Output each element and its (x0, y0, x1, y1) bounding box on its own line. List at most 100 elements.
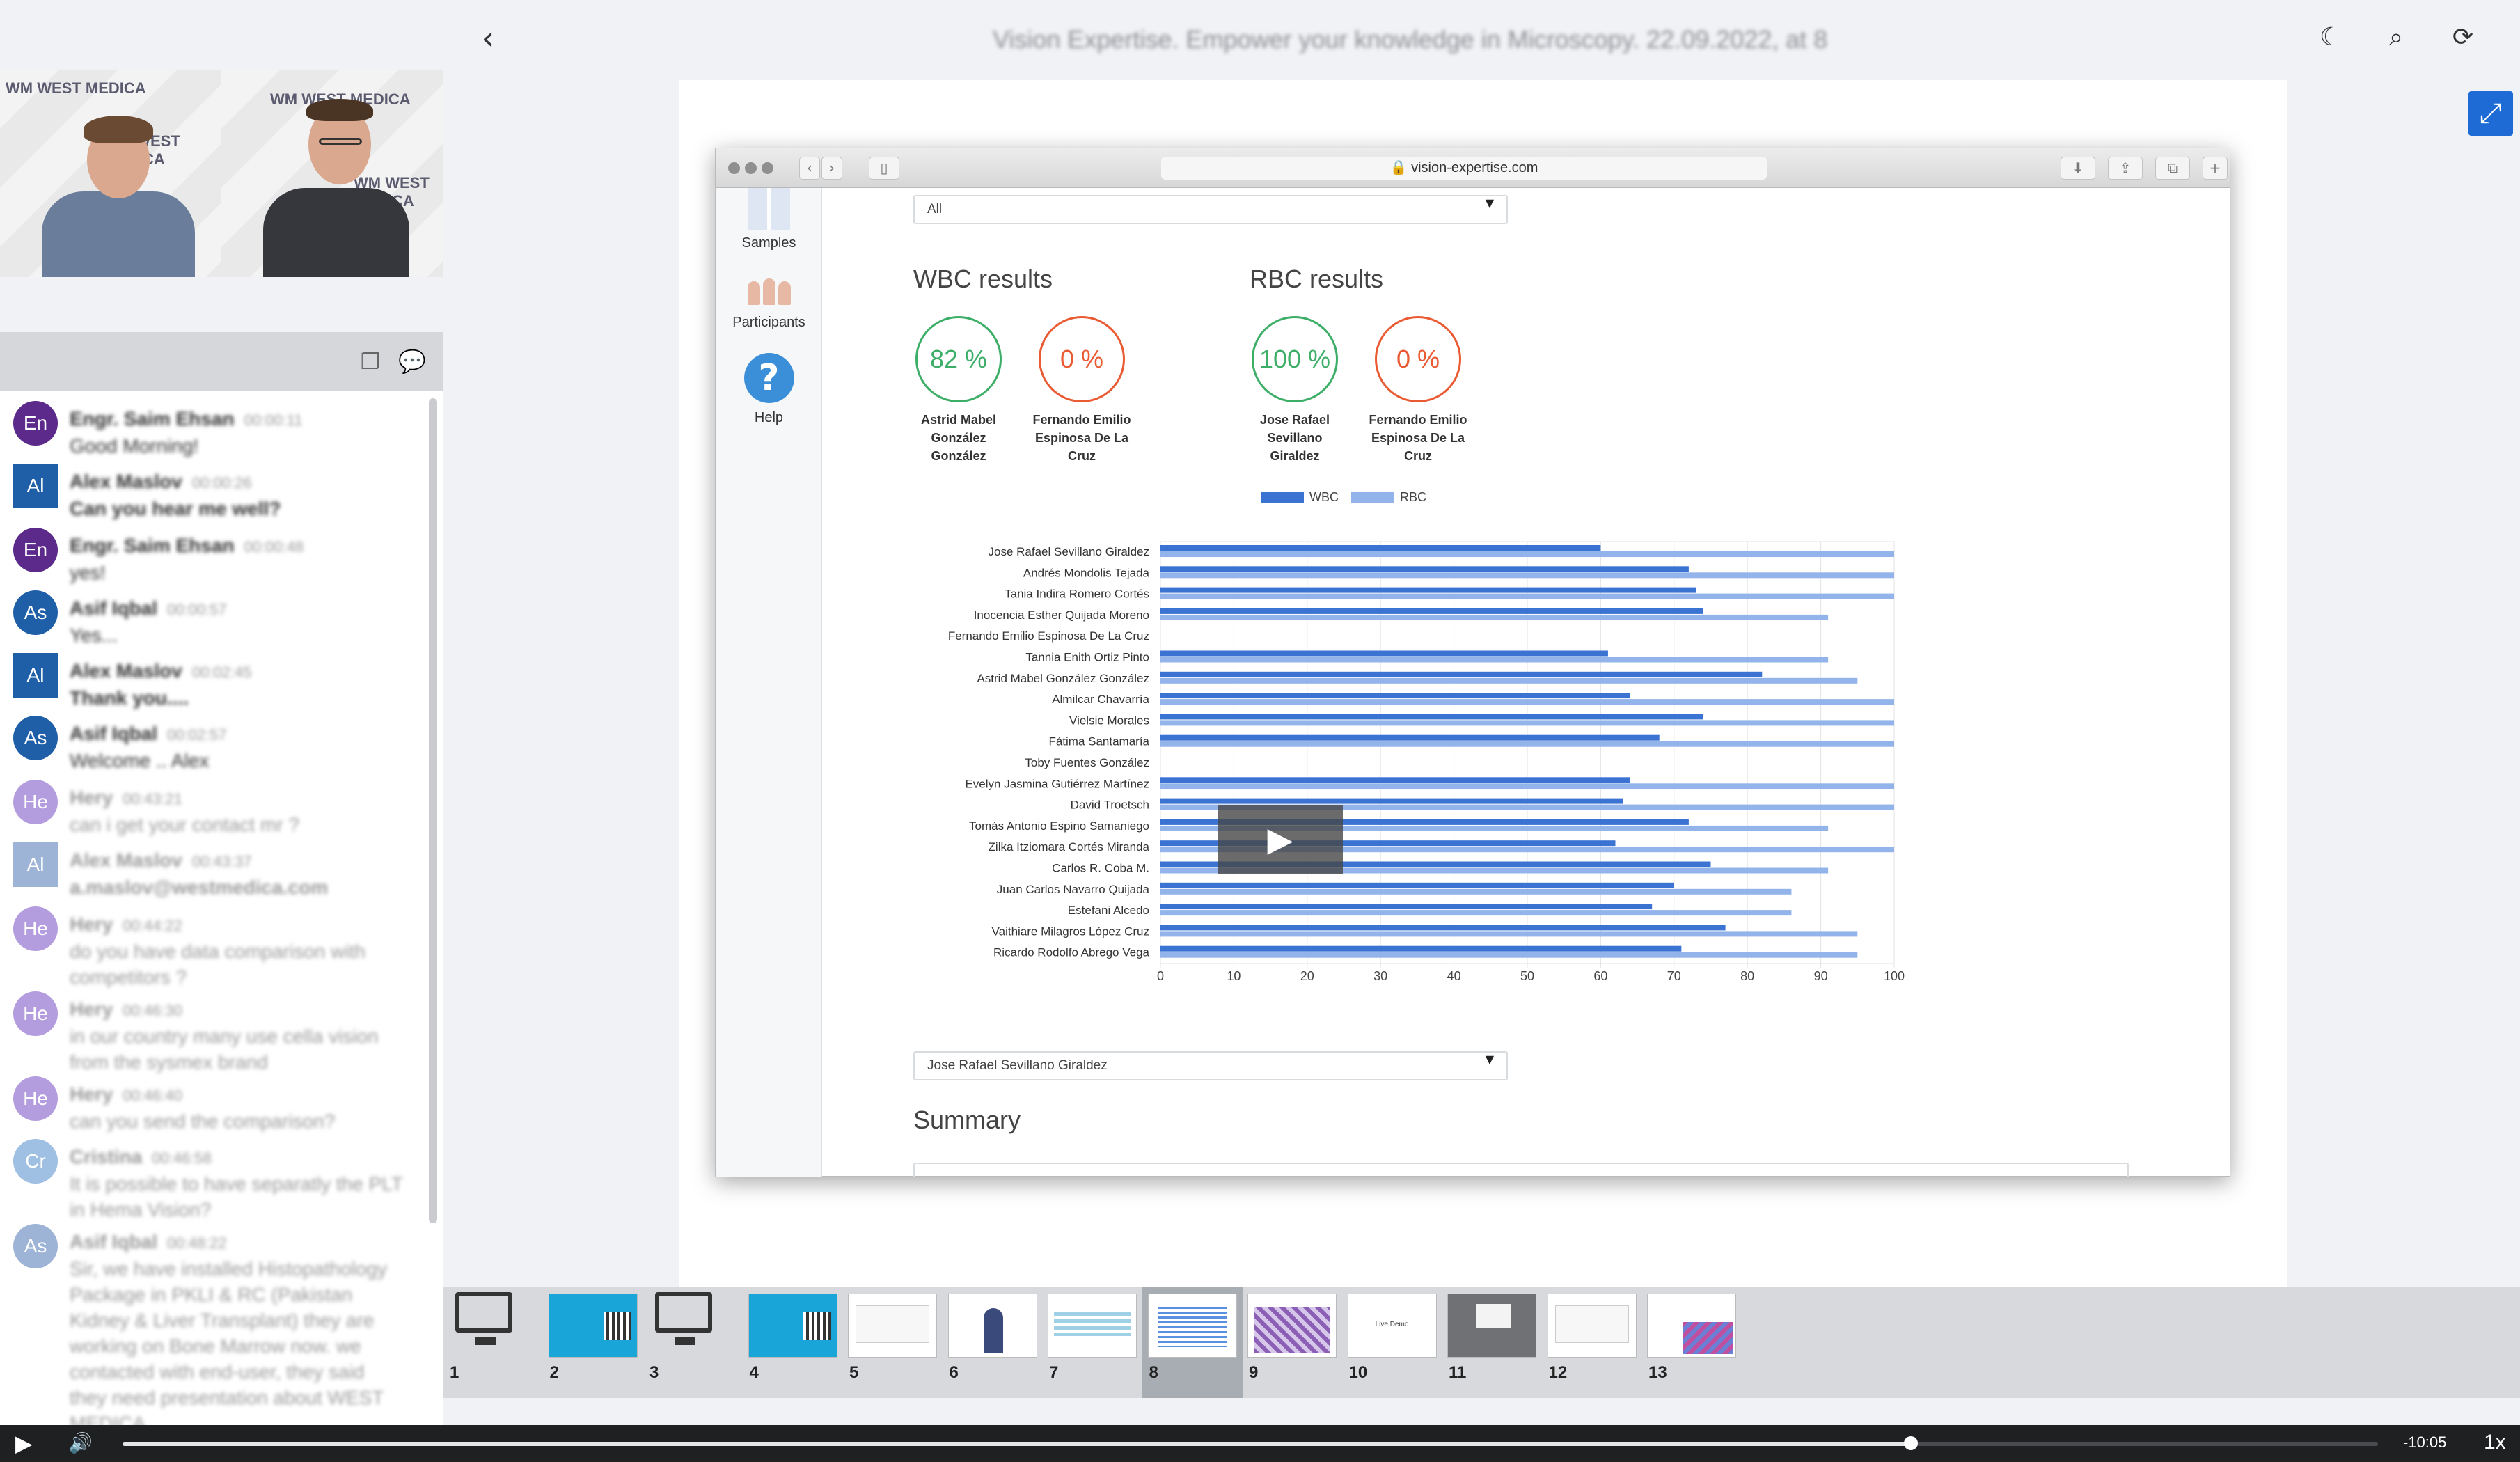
moon-icon[interactable]: ☾ (2315, 22, 2346, 53)
chat-time: 00:43:21 (123, 790, 182, 808)
play-overlay-button[interactable]: ▶ (1218, 805, 1343, 874)
thumbnail-image (1048, 1294, 1137, 1358)
participant-select-value: Jose Rafael Sevillano Giraldez (927, 1058, 1108, 1073)
chat-text: can i get your contact mr ? (70, 814, 299, 835)
new-tab-icon: + (2203, 157, 2228, 180)
watermark-logo: WM WEST MEDICA (6, 79, 146, 97)
avatar: He (13, 991, 58, 1036)
bar-rbc (1160, 783, 1894, 789)
back-button[interactable]: ‹ (471, 21, 505, 56)
bar-wbc (1160, 650, 1608, 657)
bar-rbc (1160, 593, 1894, 599)
chat-time: 00:00:48 (244, 538, 304, 556)
slide-thumbnail[interactable]: 9 (1242, 1287, 1342, 1398)
browser-toolbar: ‹ › ▯ 🔒 vision-expertise.com ⬇ ⇪ ⧉ + (716, 148, 2230, 188)
window-dot (728, 162, 740, 174)
slide-thumbnail[interactable]: 4 (743, 1287, 843, 1398)
chat-bubbles-icon[interactable]: 💬 (398, 347, 426, 375)
wbc-score-name: Fernando Emilio Espinosa De La Cruz (1032, 413, 1131, 463)
slide-thumbnail[interactable]: 7 (1042, 1287, 1142, 1398)
slide-thumbnail[interactable]: Live Demo 10 (1342, 1287, 1442, 1398)
legend-label: WBC (1309, 490, 1339, 504)
bar-rbc (1160, 720, 1894, 726)
slide-thumbnail[interactable]: 5 (842, 1287, 943, 1398)
slide-browser-window: ‹ › ▯ 🔒 vision-expertise.com ⬇ ⇪ ⧉ + Sam… (715, 148, 2230, 1177)
bar-wbc (1160, 671, 1763, 677)
url-bar: 🔒 vision-expertise.com (1161, 157, 1767, 180)
thumbnail-number: 1 (450, 1363, 459, 1382)
sidebar-toggle-icon: ▯ (869, 157, 899, 180)
tabs-icon: ⧉ (2155, 157, 2190, 180)
y-category-label: Fátima Santamaría (1048, 735, 1149, 748)
chat-author: Cristina 00:46:58 (70, 1146, 212, 1168)
caret-down-icon: ▼ (1485, 1053, 1494, 1066)
thumbnail-image (1547, 1294, 1637, 1358)
search-icon[interactable]: ⌕ (2381, 22, 2411, 53)
url-text: vision-expertise.com (1411, 160, 1538, 175)
bar-wbc (1160, 566, 1689, 572)
chat-time: 00:46:40 (123, 1087, 182, 1104)
nav-samples-label: Samples (741, 235, 796, 251)
copy-icon[interactable]: ❐ (356, 347, 384, 375)
avatar: As (13, 1224, 58, 1268)
thumbnail-image (1447, 1294, 1536, 1358)
thumbnail-image (947, 1294, 1037, 1358)
y-category-label: Evelyn Jasmina Gutiérrez Martínez (965, 777, 1149, 790)
slide-thumbnail[interactable]: 8 (1142, 1287, 1243, 1398)
thumbnail-number: 8 (1149, 1363, 1158, 1382)
avatar: Al (13, 842, 58, 887)
bar-wbc (1160, 882, 1674, 888)
legend-swatch (1261, 492, 1304, 503)
chat-text: in our country many use cella vision fro… (70, 1025, 379, 1073)
progress-track[interactable] (123, 1436, 2378, 1450)
chat-author: Engr. Saim Ehsan 00:00:11 (70, 408, 303, 430)
chat-text: Sir, we have installed Histopathology Pa… (70, 1258, 388, 1425)
playback-speed[interactable]: 1x (2484, 1431, 2506, 1454)
thumbnail-image (1147, 1294, 1237, 1358)
chat-header: ❐ 💬 (0, 332, 443, 391)
slide-thumbnail[interactable]: 11 (1442, 1287, 1542, 1398)
chat-text: a.maslov@westmedica.com (70, 877, 329, 898)
rbc-score-name: Jose Rafael Sevillano Giraldez (1259, 413, 1330, 463)
progress-knob[interactable] (1904, 1436, 1919, 1450)
chat-author: Asif Iqbal 00:00:57 (70, 597, 227, 619)
chat-author: Hery 00:43:21 (70, 787, 182, 808)
thumbnail-image (1247, 1294, 1337, 1358)
volume-icon[interactable]: 🔊 (68, 1431, 93, 1456)
slide-thumbnail[interactable]: 1 (443, 1287, 543, 1398)
speaker-left: WM WEST MEDICA WM WEST MEDICA (0, 70, 221, 277)
speaker-video[interactable]: WM WEST MEDICA WM WEST MEDICA WM WEST ME… (0, 70, 443, 277)
bar-rbc (1160, 572, 1894, 579)
slide-thumbnail[interactable]: 6 (943, 1287, 1043, 1398)
chat-author: Alex Maslov 00:00:26 (70, 471, 252, 492)
chat-scrollbar[interactable] (429, 398, 437, 1223)
nav-help: ? Help (716, 353, 822, 426)
download-icon: ⬇ (2061, 157, 2095, 180)
thumbnail-number: 6 (949, 1363, 959, 1382)
participants-icon (745, 277, 794, 305)
y-category-label: Tania Indira Romero Cortés (1005, 588, 1149, 601)
slide-thumbnail[interactable]: 2 (543, 1287, 643, 1398)
avatar: As (13, 716, 58, 760)
avatar: Cr (13, 1139, 58, 1184)
avatar: He (13, 1076, 58, 1121)
bar-rbc (1160, 741, 1894, 747)
chat-time: 00:46:30 (123, 1002, 182, 1019)
window-dot (762, 162, 773, 174)
sync-icon[interactable]: ⟳ (2448, 22, 2478, 53)
wbc-score-ring: 0 % (1039, 316, 1125, 402)
fullscreen-button[interactable]: ⤢ (2468, 91, 2513, 136)
player-bar: ▶ 🔊 -10:05 1x (0, 1425, 2520, 1462)
bar-wbc (1160, 545, 1601, 551)
play-icon[interactable]: ▶ (15, 1431, 33, 1456)
chat-time: 00:48:22 (167, 1234, 227, 1252)
thumbnail-number: 5 (849, 1363, 859, 1382)
y-category-label: Ricardo Rodolfo Abrego Vega (993, 946, 1150, 959)
chat-time: 00:02:57 (167, 726, 227, 744)
slide-thumbnail[interactable]: 3 (643, 1287, 743, 1398)
participant-select: Jose Rafael Sevillano Giraldez ▼ (913, 1051, 1508, 1080)
wbc-score-name: Astrid Mabel González González (920, 413, 997, 463)
avatar: He (13, 906, 58, 951)
slide-thumbnail[interactable]: 12 (1542, 1287, 1642, 1398)
slide-thumbnail[interactable]: 13 (1641, 1287, 1742, 1398)
